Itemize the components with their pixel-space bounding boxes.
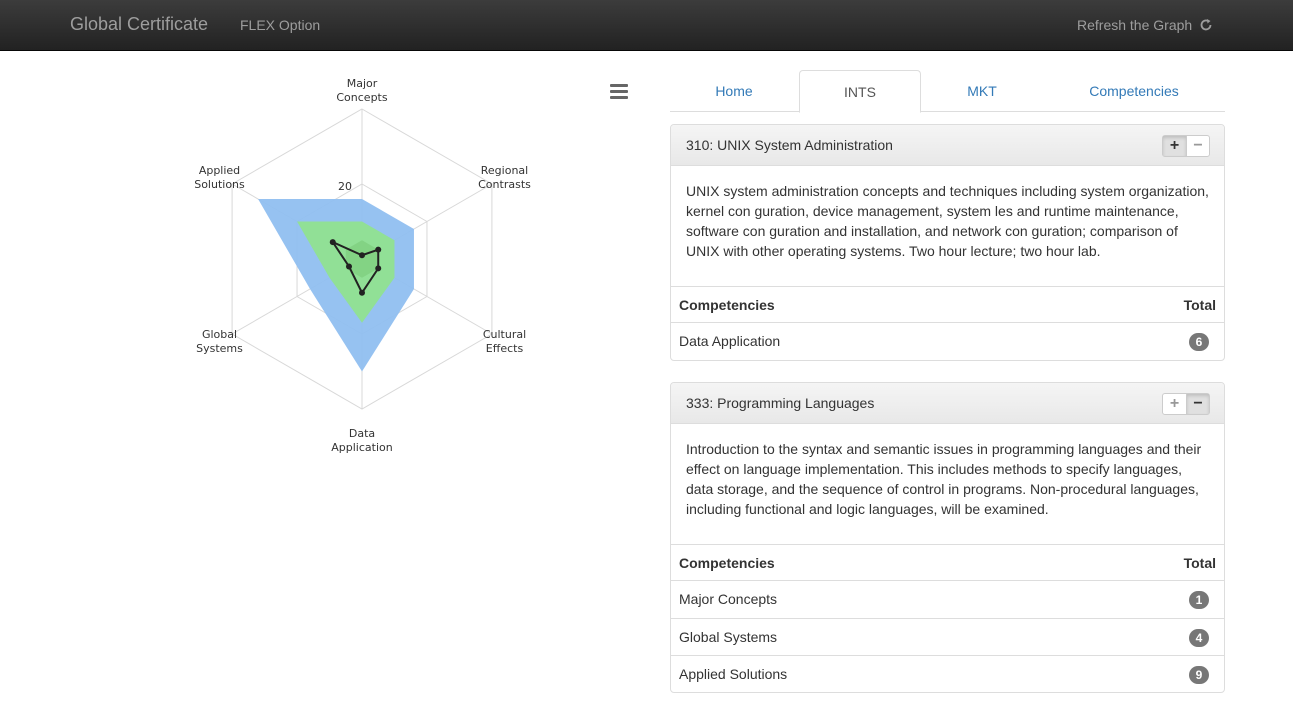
- course-panel-333: 333: Programming Languages + − Introduct…: [670, 382, 1225, 693]
- panel-heading: 333: Programming Languages + −: [671, 383, 1224, 424]
- course-panel-310: 310: UNIX System Administration + − UNIX…: [670, 124, 1225, 361]
- series-point-2: [375, 265, 382, 272]
- chart-menu-icon[interactable]: [610, 84, 628, 99]
- axis-label-4: Global Systems: [196, 328, 243, 355]
- series-point-3: [359, 289, 365, 296]
- refresh-graph-link[interactable]: Refresh the Graph: [1077, 17, 1213, 33]
- panel-title: 310: UNIX System Administration: [686, 137, 893, 153]
- top-navbar: Global Certificate FLEX Option Refresh t…: [0, 0, 1293, 51]
- collapse-button[interactable]: −: [1185, 136, 1209, 156]
- competency-table-header: Competencies Total: [671, 544, 1224, 581]
- panel-toggle-group: + −: [1162, 393, 1210, 415]
- panel-description: Introduction to the syntax and semantic …: [686, 441, 1202, 517]
- total-badge: 9: [1189, 666, 1209, 684]
- course-tabs: Home INTS MKT Competencies: [670, 70, 1225, 113]
- expand-button[interactable]: +: [1163, 136, 1186, 156]
- competencies-header: Competencies: [679, 297, 775, 313]
- brand-title[interactable]: Global Certificate: [70, 14, 208, 35]
- tab-mkt[interactable]: MKT: [921, 70, 1043, 112]
- table-row: Data Application 6: [671, 323, 1224, 360]
- competency-label: Data Application: [679, 333, 781, 349]
- axis-label-0: Major Concepts: [336, 77, 387, 104]
- series-point-5: [329, 239, 336, 246]
- panel-description: UNIX system administration concepts and …: [686, 183, 1209, 259]
- axis-label-1: Regional Contrasts: [478, 164, 531, 191]
- total-badge: 1: [1189, 591, 1209, 609]
- refresh-label: Refresh the Graph: [1077, 17, 1193, 33]
- competency-label: Applied Solutions: [679, 666, 788, 682]
- axis-label-2: Cultural Effects: [483, 328, 526, 355]
- table-row: Applied Solutions 9: [671, 655, 1224, 692]
- refresh-icon: [1200, 19, 1212, 31]
- competencies-header: Competencies: [679, 555, 775, 571]
- nav-flex-option[interactable]: FLEX Option: [240, 17, 320, 33]
- competency-label: Major Concepts: [679, 591, 778, 607]
- axis-label-3: Data Application: [331, 427, 392, 454]
- total-header: Total: [1183, 297, 1216, 313]
- tab-ints[interactable]: INTS: [799, 70, 921, 113]
- panel-title: 333: Programming Languages: [686, 395, 875, 411]
- tab-home[interactable]: Home: [670, 70, 798, 112]
- radar-chart: 20 Major Concepts Regional Contrasts Cultural…: [194, 77, 531, 454]
- table-row: Major Concepts 1: [671, 581, 1224, 618]
- axis-label-5: Applied Solutions: [194, 164, 245, 191]
- series-point-1: [375, 246, 382, 253]
- total-badge: 4: [1189, 629, 1209, 647]
- collapse-button[interactable]: −: [1185, 394, 1209, 414]
- competency-table-header: Competencies Total: [671, 286, 1224, 323]
- table-row: Global Systems 4: [671, 618, 1224, 655]
- total-header: Total: [1183, 555, 1216, 571]
- tick-label-20: 20: [338, 180, 352, 193]
- competency-label: Global Systems: [679, 629, 778, 645]
- panel-heading: 310: UNIX System Administration + −: [671, 125, 1224, 166]
- tab-competencies[interactable]: Competencies: [1043, 70, 1225, 112]
- series-point-0: [359, 252, 365, 259]
- expand-button[interactable]: +: [1163, 394, 1186, 414]
- series-point-4: [346, 263, 353, 270]
- panel-toggle-group: + −: [1162, 135, 1210, 157]
- total-badge: 6: [1189, 333, 1209, 351]
- radar-chart-container: 20 Major Concepts Regional Contrasts Cultural…: [130, 65, 650, 485]
